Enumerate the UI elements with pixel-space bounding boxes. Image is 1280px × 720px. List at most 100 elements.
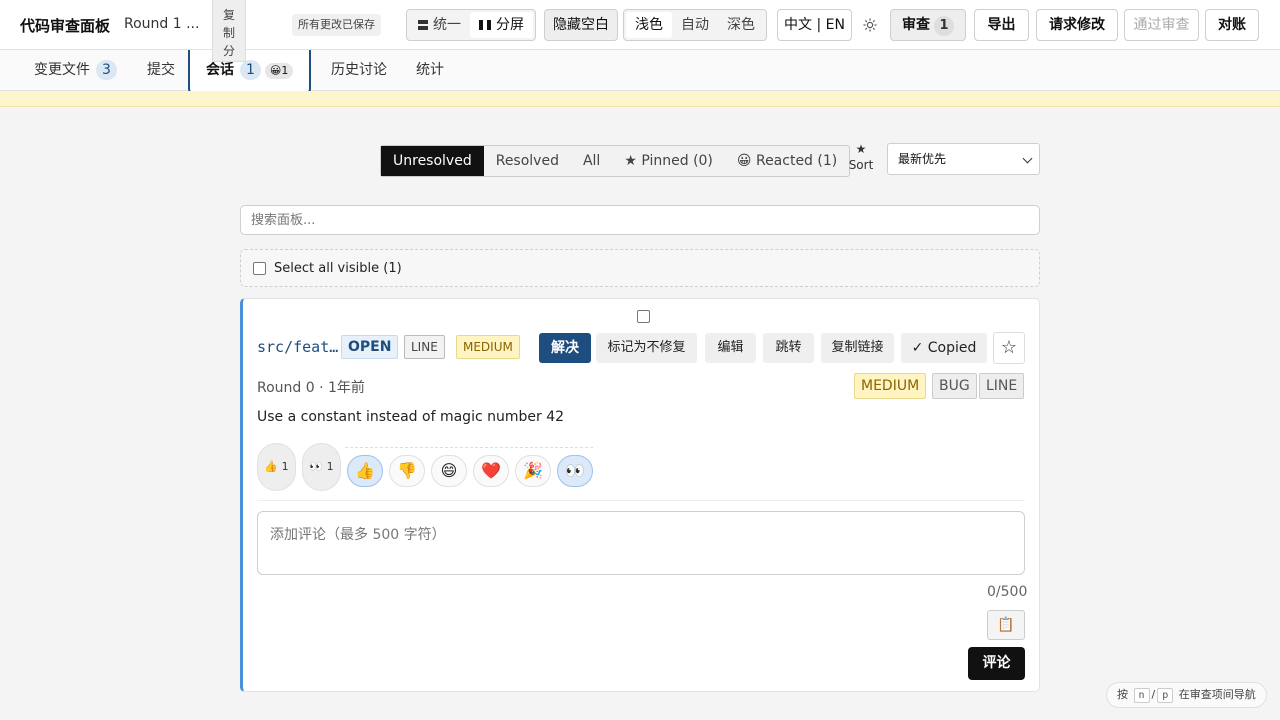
wontfix-button[interactable]: 标记为不修复 — [596, 333, 697, 363]
comment-body: Use a constant instead of magic number 4… — [257, 409, 565, 425]
app-title: 代码审查面板 — [20, 17, 111, 35]
react-thumbs-down-button[interactable]: 👎 — [389, 455, 425, 487]
copy-link-button[interactable]: 复制链接 — [821, 333, 894, 363]
filter-pinned[interactable]: ★ Pinned (0) — [612, 146, 725, 176]
sort-label: Sort — [848, 158, 874, 172]
reaction-count-chip[interactable]: 👍 1 — [257, 443, 296, 491]
timestamp: · 1年前 — [319, 380, 365, 396]
copied-indicator[interactable]: ✓ Copied — [901, 333, 987, 363]
react-heart-button[interactable]: ❤️ — [473, 455, 509, 487]
keyboard-hint: 按 n / p 在审查项间导航 — [1106, 682, 1267, 708]
react-eyes-button[interactable]: 👀 — [557, 455, 593, 487]
review-button[interactable]: 审查 1 — [890, 9, 966, 41]
react-thumbs-up-button[interactable]: 👍 — [347, 455, 383, 487]
reply-textarea[interactable] — [257, 511, 1025, 575]
sun-icon[interactable] — [863, 18, 877, 32]
conversations-count-badge: 1 — [240, 60, 261, 80]
copy-branch-char: 支 — [213, 60, 245, 61]
status-badge: OPEN — [341, 335, 399, 359]
tag-severity: MEDIUM — [854, 373, 927, 399]
review-count-badge: 1 — [934, 16, 954, 36]
tab-commits[interactable]: 提交 — [147, 50, 175, 90]
filter-all[interactable]: All — [571, 146, 612, 176]
tab-stats[interactable]: 统计 — [416, 50, 444, 90]
status-filter: Unresolved Resolved All ★ Pinned (0) 😀 R… — [380, 145, 851, 177]
theme-toggle: 浅色 自动 深色 — [623, 9, 767, 41]
view-unified-label: 统一 — [433, 17, 461, 33]
severity-badge: MEDIUM — [456, 335, 520, 359]
search-input[interactable] — [240, 205, 1040, 235]
eyes-icon: 👀 — [309, 460, 324, 473]
hint-prefix: 按 — [1117, 688, 1128, 701]
char-counter: 0/500 — [987, 584, 1028, 600]
clipboard-icon[interactable]: 📋 — [987, 610, 1025, 640]
review-label: 审查 — [902, 17, 930, 33]
copy-branch-char: 分 — [222, 44, 235, 58]
select-all-checkbox[interactable] — [253, 261, 266, 275]
copy-branch-char: 制 — [222, 26, 235, 40]
theme-auto-button[interactable]: 自动 — [672, 12, 718, 38]
comment-card: src/feat… OPEN LINE MEDIUM 解决 标记为不修复 编辑 … — [240, 298, 1040, 692]
submit-comment-button[interactable]: 评论 — [968, 647, 1025, 680]
sort-star-icon: ★ — [855, 142, 867, 156]
theme-light-button[interactable]: 浅色 — [626, 12, 672, 38]
reaction-count: 1 — [326, 460, 334, 473]
reaction-icon: 😀 — [736, 153, 752, 169]
kbd-prev: p — [1157, 688, 1174, 703]
filter-resolved[interactable]: Resolved — [484, 146, 571, 176]
sort-select[interactable]: 最新优先 — [887, 143, 1040, 175]
hint-suffix: 在审查项间导航 — [1178, 688, 1256, 701]
view-split-label: 分屏 — [496, 17, 524, 33]
hide-whitespace-button[interactable]: 隐藏空白 — [544, 9, 618, 41]
edit-button[interactable]: 编辑 — [705, 333, 756, 363]
thumbs-up-icon: 👍 — [264, 460, 279, 473]
changed-files-count-badge: 3 — [96, 60, 117, 80]
file-link[interactable]: src/feat… — [257, 338, 338, 356]
chevron-down-icon — [1022, 153, 1033, 164]
tab-history[interactable]: 历史讨论 — [331, 50, 387, 90]
view-unified-button[interactable]: 统一 — [409, 12, 470, 38]
filter-unresolved[interactable]: Unresolved — [381, 146, 484, 176]
resolve-button[interactable]: 解决 — [539, 333, 591, 363]
request-changes-button[interactable]: 请求修改 — [1036, 9, 1118, 41]
divider — [257, 500, 1025, 501]
view-split-button[interactable]: 分屏 — [470, 12, 533, 38]
export-button[interactable]: 导出 — [974, 9, 1029, 41]
copy-branch-popover[interactable]: 复 制 分 支 — [212, 0, 246, 62]
filter-reacted[interactable]: 😀 Reacted (1) — [725, 146, 849, 176]
filter-pinned-label: Pinned (0) — [641, 153, 713, 169]
reaction-count-chip[interactable]: 👀 1 — [302, 443, 341, 491]
reconcile-button[interactable]: 对账 — [1205, 9, 1259, 41]
react-party-button[interactable]: 🎉 — [515, 455, 551, 487]
round-title[interactable]: Round 1 ... — [124, 16, 199, 32]
tab-conversations[interactable]: 会话 1 😀1 — [188, 50, 312, 94]
filter-reacted-label: Reacted (1) — [755, 153, 838, 169]
pin-star-icon[interactable]: ☆ — [993, 332, 1025, 364]
select-all-row[interactable]: Select all visible (1) — [240, 249, 1040, 287]
tab-changed-files-label: 变更文件 — [34, 62, 90, 78]
conversations-reaction-badge: 😀1 — [264, 63, 294, 79]
tag-kind: LINE — [979, 373, 1025, 399]
comment-meta: Round 0 · 1年前 — [257, 377, 365, 397]
kbd-next: n — [1133, 688, 1150, 703]
kind-badge: LINE — [404, 335, 445, 359]
comment-select-checkbox[interactable] — [637, 310, 650, 323]
round-label: Round 0 — [257, 380, 315, 396]
tab-conversations-label: 会话 — [206, 62, 234, 78]
select-all-label: Select all visible (1) — [274, 260, 402, 276]
tab-changed-files[interactable]: 变更文件 3 — [34, 50, 117, 90]
saved-status-badge: 所有更改已保存 — [292, 14, 381, 36]
approve-button[interactable]: 通过审查 — [1124, 9, 1199, 41]
sort-label-group: ★ Sort — [846, 141, 876, 173]
react-smile-button[interactable]: 😄 — [431, 455, 467, 487]
tab-bar: 变更文件 3 提交 会话 1 😀1 历史讨论 统计 — [0, 50, 1280, 94]
language-toggle[interactable]: 中文 | EN — [777, 9, 852, 41]
theme-dark-button[interactable]: 深色 — [718, 12, 764, 38]
view-mode-toggle: 统一 分屏 — [406, 9, 536, 41]
notice-banner — [0, 91, 1280, 107]
reaction-divider — [345, 447, 593, 448]
jump-button[interactable]: 跳转 — [763, 333, 814, 363]
unified-view-icon — [418, 20, 428, 30]
tag-category: BUG — [932, 373, 977, 399]
star-icon: ★ — [624, 153, 637, 169]
